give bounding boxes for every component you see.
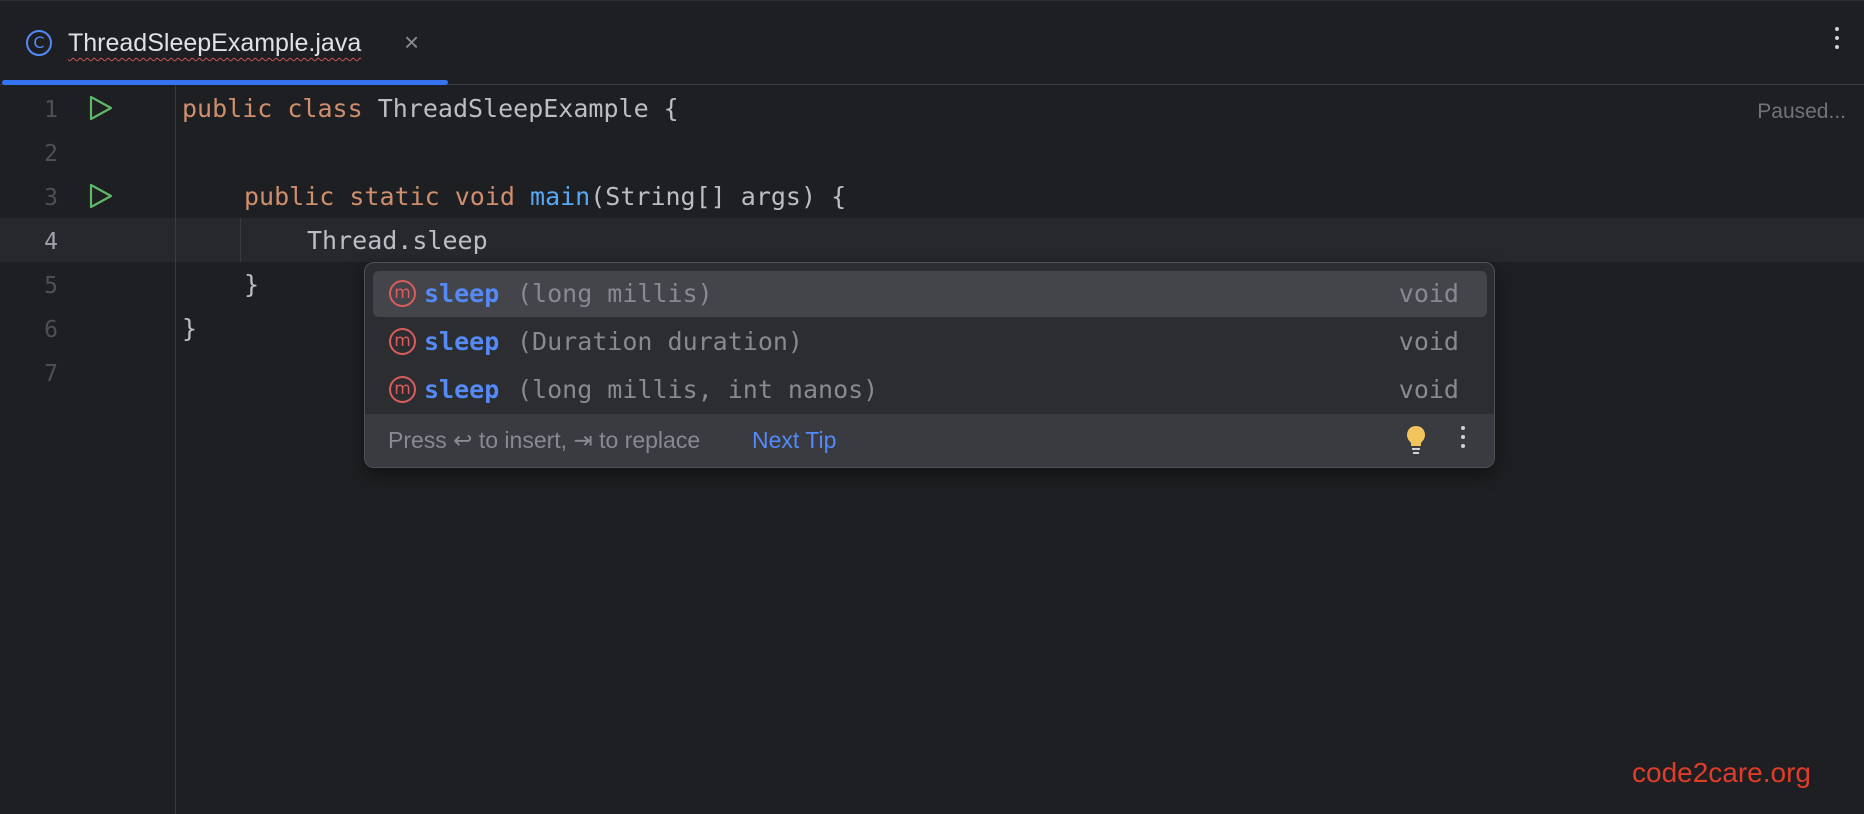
method-icon: m — [389, 280, 416, 307]
tab-title: ThreadSleepExample.java — [68, 29, 362, 57]
lightbulb-icon[interactable] — [1405, 424, 1427, 456]
completion-item-params: (Duration duration) — [517, 327, 803, 356]
editor-tab-bar: C ThreadSleepExample.java × — [0, 0, 1864, 85]
more-options-icon[interactable] — [1459, 426, 1467, 456]
line-number: 5 — [44, 273, 58, 299]
completion-item-type: void — [1398, 279, 1459, 308]
completion-item[interactable]: m sleep (long millis, int nanos) void — [373, 367, 1487, 413]
debugger-status: Paused... — [1757, 100, 1846, 123]
line-number: 1 — [44, 97, 58, 123]
completion-item[interactable]: m sleep (Duration duration) void — [373, 319, 1487, 365]
class-c-icon: C — [26, 30, 52, 56]
line-number: 2 — [44, 141, 58, 167]
method-icon: m — [389, 376, 416, 403]
method-icon: m — [389, 328, 416, 355]
completion-item-name: sleep — [424, 327, 500, 356]
next-tip-link[interactable]: Next Tip — [752, 427, 836, 454]
run-icon[interactable] — [86, 182, 114, 210]
completion-footer: Press ↩ to insert, ⇥ to replace Next Tip — [365, 414, 1494, 467]
line-number-current: 4 — [44, 229, 58, 255]
run-icon[interactable] — [86, 94, 114, 122]
current-line-highlight — [0, 218, 1864, 262]
code-line-5[interactable]: } — [244, 270, 259, 299]
more-options-icon[interactable] — [1832, 27, 1842, 57]
completion-item-type: void — [1398, 327, 1459, 356]
completion-item-type: void — [1398, 375, 1459, 404]
completion-item-name: sleep — [424, 279, 500, 308]
completion-item-params: (long millis, int nanos) — [517, 375, 879, 404]
line-number: 3 — [44, 185, 58, 211]
watermark: code2care.org — [1632, 757, 1812, 788]
code-line-3[interactable]: public static void main(String[] args) { — [244, 182, 846, 211]
completion-item[interactable]: m sleep (long millis) void — [373, 271, 1487, 317]
code-completion-popup: m sleep (long millis) void m sleep (Dura… — [364, 262, 1495, 468]
close-icon[interactable]: × — [404, 29, 419, 55]
indent-guide — [240, 218, 241, 262]
code-line-1[interactable]: public class ThreadSleepExample { — [182, 94, 679, 123]
completion-item-params: (long millis) — [517, 279, 713, 308]
line-number: 7 — [44, 361, 58, 387]
code-line-6[interactable]: } — [182, 314, 197, 343]
completion-item-name: sleep — [424, 375, 500, 404]
code-line-4[interactable]: Thread.sleep — [307, 226, 488, 255]
tab-thread-sleep-example[interactable]: C ThreadSleepExample.java × — [0, 1, 448, 85]
line-number: 6 — [44, 317, 58, 343]
completion-hint: Press ↩ to insert, ⇥ to replace — [388, 427, 701, 453]
